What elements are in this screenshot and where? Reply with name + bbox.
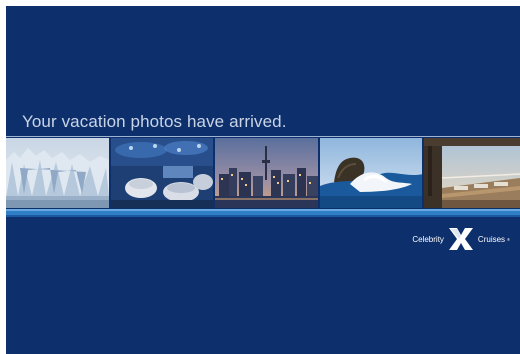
vacation-photos-card: Your vacation photos have arrived. Celeb… xyxy=(6,6,520,354)
logo-registered-mark: ® xyxy=(507,236,510,242)
photo-ocean-wave[interactable] xyxy=(319,138,423,208)
photo-glacier[interactable] xyxy=(6,138,109,208)
photo-strip xyxy=(6,138,520,208)
headline: Your vacation photos have arrived. xyxy=(22,112,287,131)
photo-ship-deck[interactable] xyxy=(424,138,520,208)
photo-lounge[interactable] xyxy=(110,138,214,208)
photo-skyline[interactable] xyxy=(215,138,318,208)
celebrity-cruises-logo: Celebrity Cruises ® xyxy=(412,222,510,256)
logo-word-celebrity: Celebrity xyxy=(412,234,444,244)
accent-band-dark xyxy=(6,215,520,217)
photo-strip-divider xyxy=(6,136,520,137)
logo-word-cruises: Cruises xyxy=(477,234,506,244)
x-logo-icon xyxy=(448,228,473,250)
